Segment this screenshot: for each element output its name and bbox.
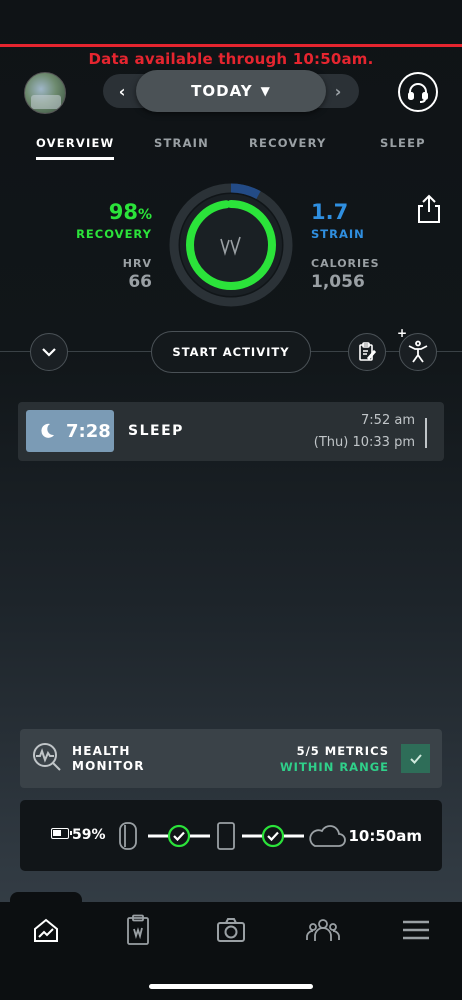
nav-journal[interactable] xyxy=(118,910,158,950)
sleep-end-time: 7:52 am xyxy=(361,413,415,428)
cloud-icon xyxy=(309,825,346,847)
recovery-score[interactable]: 98% xyxy=(70,200,152,224)
chevron-right-icon: › xyxy=(334,81,342,101)
dial-inner-bg xyxy=(180,194,282,296)
nav-menu[interactable] xyxy=(396,910,436,950)
sleep-activity-card[interactable]: 7:28 SLEEP 7:52 am (Thu) 10:33 pm xyxy=(18,402,444,461)
checkmark-icon xyxy=(409,753,422,764)
next-day-button[interactable]: › xyxy=(321,74,355,108)
moon-icon xyxy=(41,423,54,438)
sync-status-chain xyxy=(119,822,346,850)
calories-label: CALORIES xyxy=(311,257,380,270)
tab-strain[interactable]: STRAIN xyxy=(154,136,209,150)
add-activity-button[interactable] xyxy=(399,333,437,371)
health-monitor-card[interactable]: HEALTH MONITOR 5/5 METRICS WITHIN RANGE xyxy=(20,729,442,788)
tab-sleep[interactable]: SLEEP xyxy=(380,136,426,150)
hrv-label: HRV xyxy=(122,257,152,270)
phone-icon xyxy=(217,822,235,850)
phone-sync-check-icon xyxy=(261,824,285,848)
date-dropdown-button[interactable]: TODAY ▼ xyxy=(136,70,326,112)
person-activity-icon xyxy=(408,340,428,363)
recovery-label: RECOVERY xyxy=(76,227,152,241)
strap-sync-check-icon xyxy=(167,824,191,848)
chevron-down-icon xyxy=(42,348,56,357)
strain-score[interactable]: 1.7 xyxy=(311,200,348,224)
expand-toggle-button[interactable] xyxy=(30,333,68,371)
home-icon xyxy=(34,918,58,942)
home-indicator xyxy=(149,984,313,989)
community-icon xyxy=(306,919,340,941)
battery-percent: 59% xyxy=(72,827,106,843)
profile-avatar[interactable] xyxy=(24,72,66,114)
health-status-check xyxy=(401,744,430,773)
nav-home[interactable] xyxy=(26,910,66,950)
strain-label: STRAIN xyxy=(311,227,365,241)
sleep-duration-badge: 7:28 xyxy=(26,410,114,452)
camera-icon xyxy=(217,918,245,942)
last-sync-time: 10:50am xyxy=(348,827,423,845)
journal-button[interactable] xyxy=(348,333,386,371)
sleep-duration: 7:28 xyxy=(66,420,111,442)
headset-icon xyxy=(408,83,428,103)
active-tab-indicator xyxy=(36,157,115,160)
date-label: TODAY xyxy=(191,82,253,100)
journal-clipboard-icon xyxy=(127,914,149,945)
tab-overview[interactable]: OVERVIEW xyxy=(36,136,115,160)
date-selector: ‹ TODAY ▼ › xyxy=(103,70,359,112)
start-activity-button[interactable]: START ACTIVITY xyxy=(151,331,311,373)
metrics-status: WITHIN RANGE xyxy=(279,760,389,774)
share-icon[interactable] xyxy=(416,194,442,224)
battery-icon xyxy=(51,828,72,839)
health-monitor-icon xyxy=(33,743,61,771)
alert-bar xyxy=(0,44,462,47)
overview-tabs: OVERVIEW STRAIN RECOVERY SLEEP xyxy=(0,136,462,162)
data-availability-banner: Data available through 10:50am. xyxy=(88,50,374,68)
menu-icon xyxy=(403,920,429,940)
chevron-down-icon: ▼ xyxy=(260,84,271,98)
sleep-title: SLEEP xyxy=(128,423,184,439)
time-range-indicator xyxy=(425,418,427,448)
previous-day-button[interactable]: ‹ xyxy=(105,74,139,108)
nav-community[interactable] xyxy=(303,910,343,950)
sleep-start-time: (Thu) 10:33 pm xyxy=(313,435,415,450)
calories-value: 1,056 xyxy=(311,272,365,292)
metrics-count: 5/5 METRICS xyxy=(296,744,389,758)
health-monitor-title: HEALTH MONITOR xyxy=(72,744,145,773)
nav-camera[interactable] xyxy=(211,910,251,950)
tab-recovery[interactable]: RECOVERY xyxy=(249,136,327,150)
hrv-value: 66 xyxy=(128,272,152,292)
support-button[interactable] xyxy=(398,72,438,112)
clipboard-edit-icon xyxy=(359,342,376,361)
recovery-strain-dial[interactable] xyxy=(168,182,294,308)
device-sync-card[interactable]: 59% 10:50am xyxy=(20,800,442,871)
strap-device-icon xyxy=(119,822,137,850)
chevron-left-icon: ‹ xyxy=(118,81,126,101)
